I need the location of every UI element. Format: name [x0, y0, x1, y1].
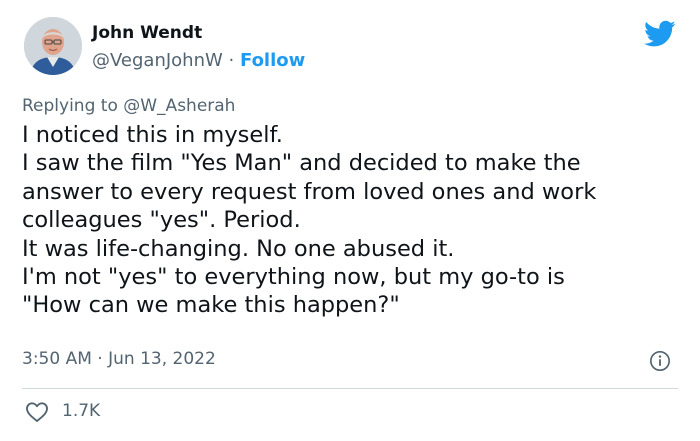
tweet-card: John Wendt @VeganJohnW · Follow Replying…	[0, 0, 700, 441]
author-name[interactable]: John Wendt	[92, 22, 202, 44]
avatar-image	[24, 17, 82, 75]
avatar[interactable]	[24, 17, 82, 75]
separator-dot: ·	[228, 50, 235, 71]
separator-dot: ·	[97, 349, 103, 369]
twitter-bird-icon[interactable]	[644, 20, 676, 48]
like-count[interactable]: 1.7K	[62, 399, 100, 423]
tweet-line: I noticed this in myself.	[22, 122, 283, 148]
tweet-line: It was life-changing. No one abused it.	[22, 235, 455, 262]
tweet-line: I saw the film "Yes Man" and decided to …	[22, 150, 581, 177]
tweet-line: colleagues "yes". Period.	[22, 207, 301, 234]
divider	[22, 388, 678, 389]
follow-button[interactable]: Follow	[240, 50, 305, 71]
timestamp-row[interactable]: 3:50 AM · Jun 13, 2022	[22, 347, 216, 371]
replying-to: Replying to @W_Asherah	[22, 94, 235, 118]
author-handle-row: @VeganJohnW · Follow	[92, 49, 305, 73]
tweet-date: Jun 13, 2022	[108, 349, 216, 369]
author-handle[interactable]: @VeganJohnW	[92, 50, 223, 71]
info-icon[interactable]	[649, 350, 671, 372]
heart-icon[interactable]	[25, 401, 49, 423]
tweet-text: I noticed this in myself. I saw the film…	[22, 121, 687, 320]
tweet-line: answer to every request from loved ones …	[22, 178, 597, 205]
tweet-time: 3:50 AM	[22, 349, 92, 369]
reply-mention[interactable]: @W_Asherah	[123, 96, 235, 116]
tweet-line: I'm not "yes" to everything now, but my …	[22, 264, 565, 291]
tweet-line: "How can we make this happen?"	[22, 292, 400, 319]
reply-prefix: Replying to	[22, 96, 118, 116]
